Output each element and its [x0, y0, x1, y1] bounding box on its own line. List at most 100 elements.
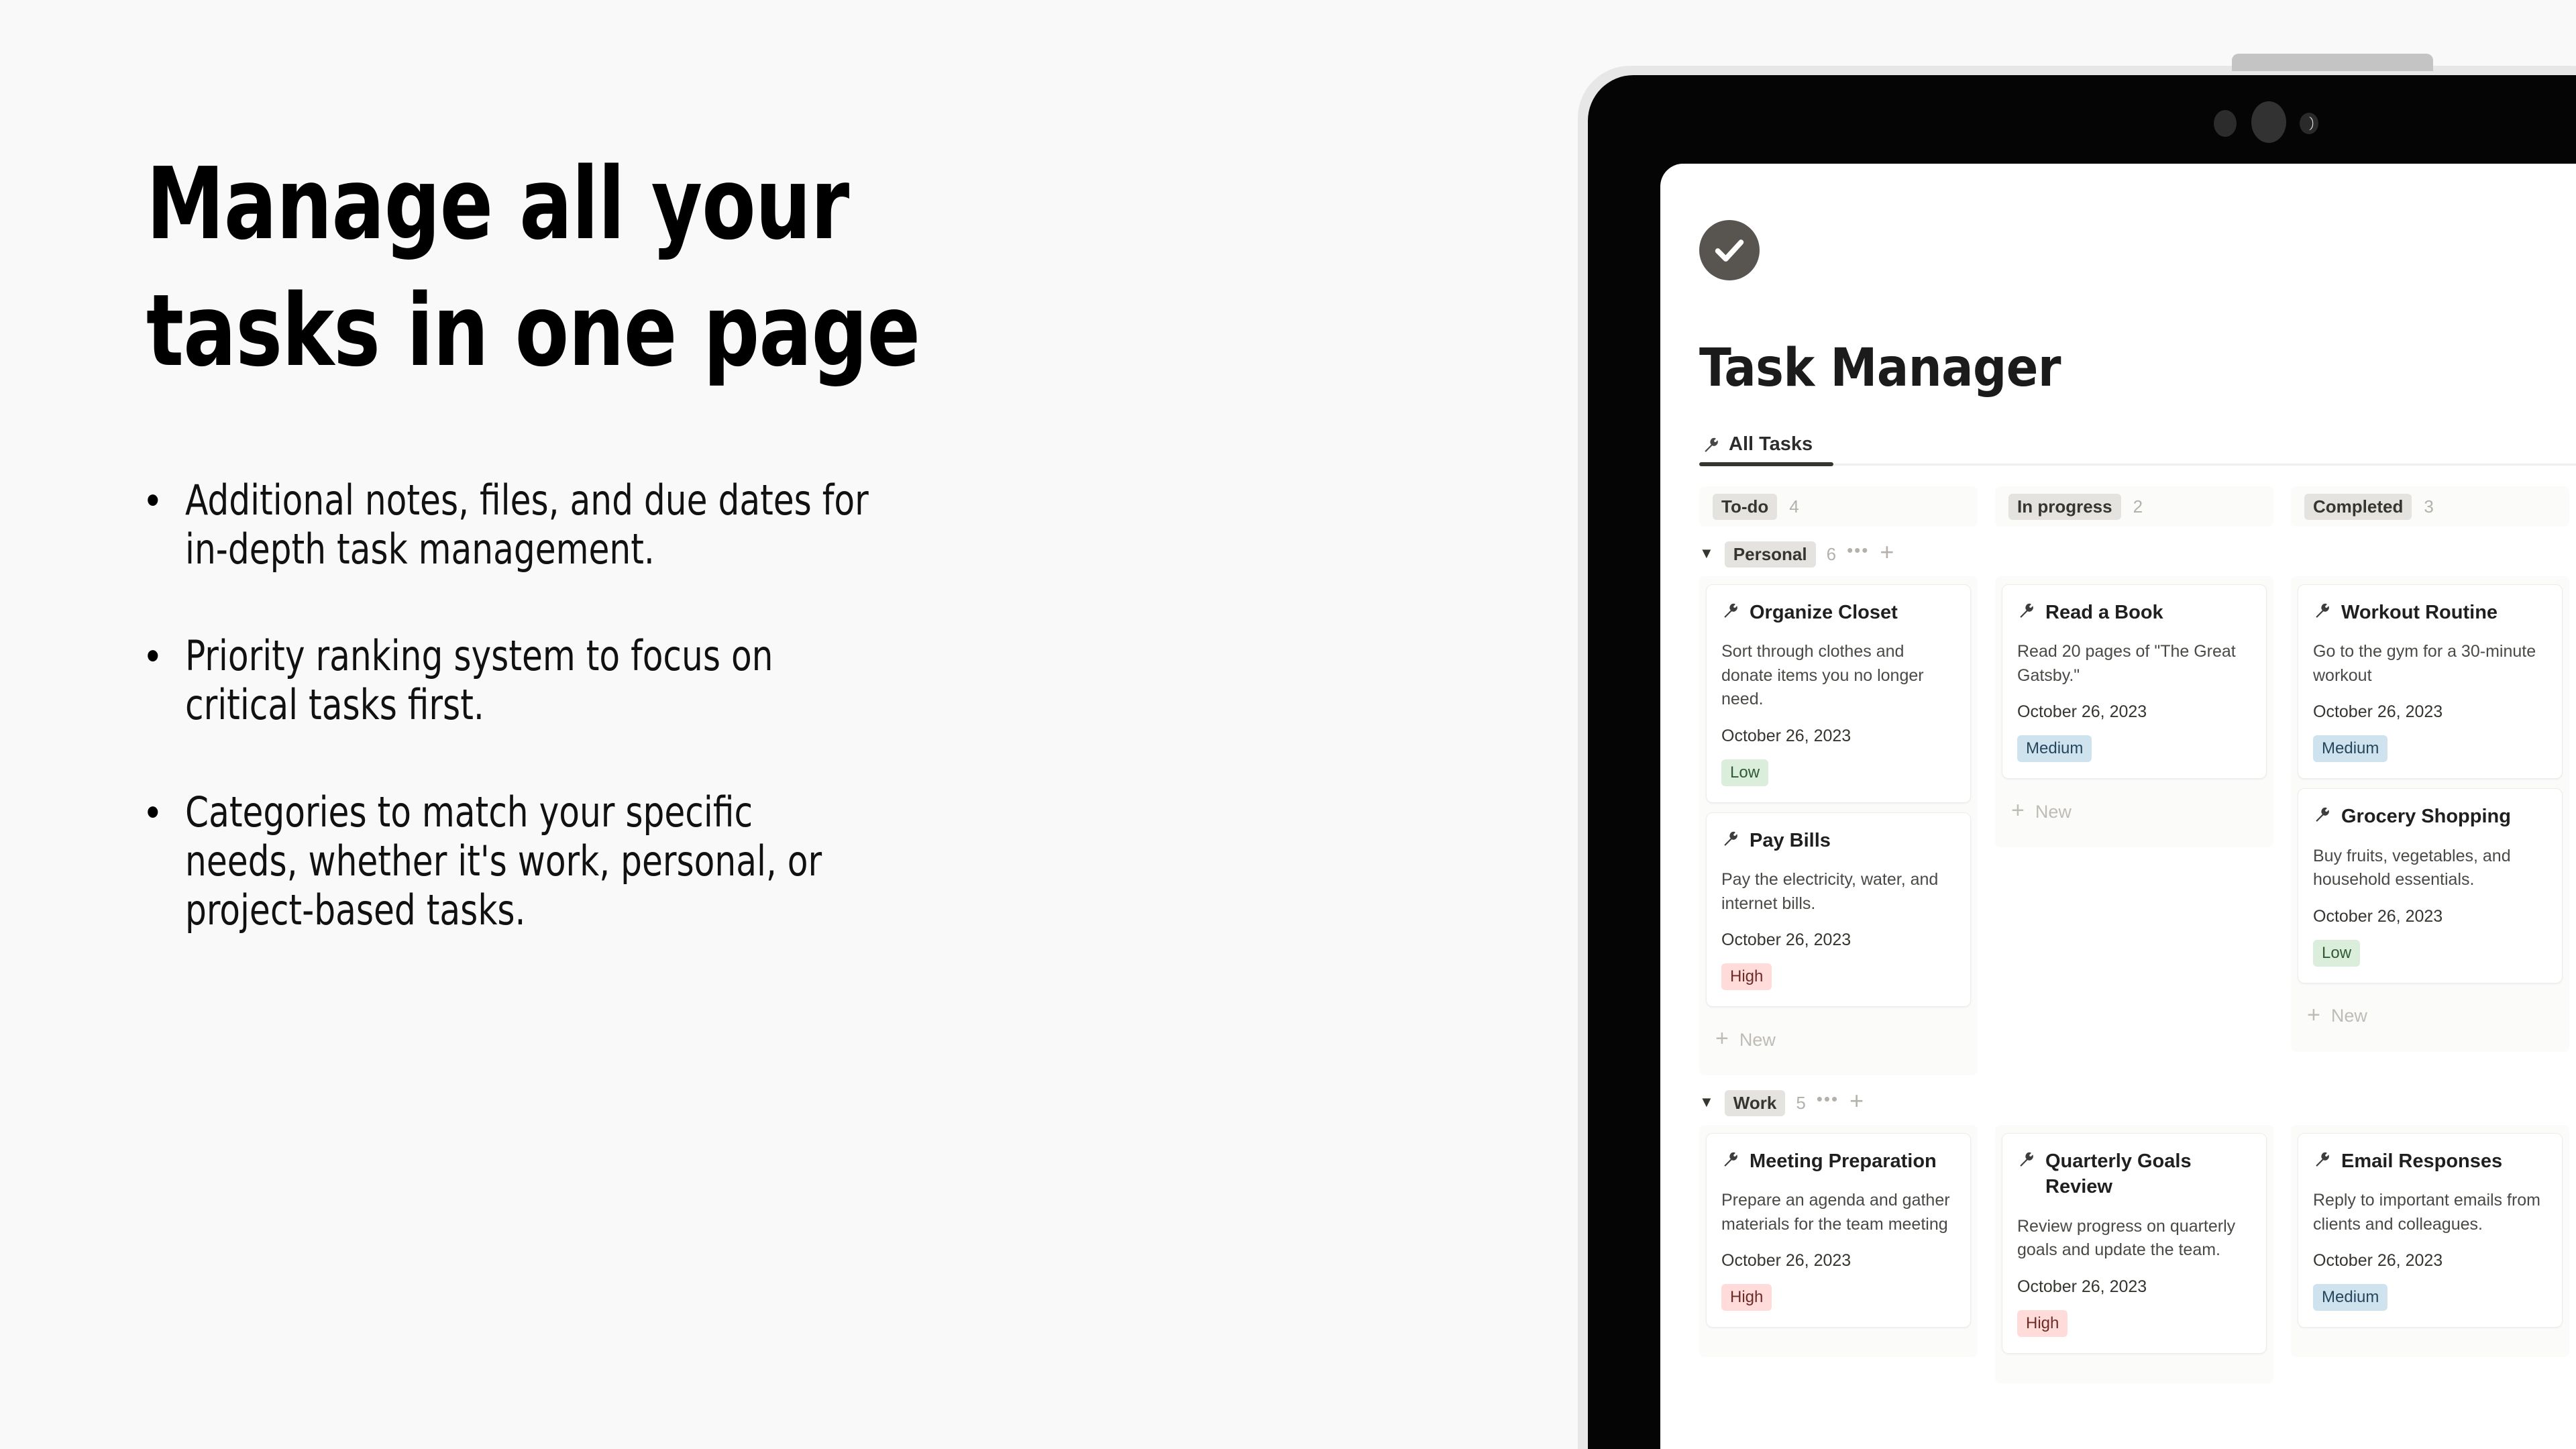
group-columns-row: Meeting Preparation Prepare an agenda an… [1699, 1125, 2576, 1383]
task-due-date: October 26, 2023 [2313, 702, 2443, 722]
status-count: 4 [1789, 496, 1799, 517]
board-column: Quarterly Goals Review Review progress o… [1995, 1125, 2273, 1383]
more-options-icon[interactable]: ••• [1817, 1090, 1839, 1108]
task-due-date: October 26, 2023 [1721, 726, 1851, 745]
task-card-title-row: Grocery Shopping [2313, 804, 2547, 829]
status-badge: Completed [2304, 493, 2412, 520]
wrench-icon [2313, 806, 2330, 823]
bullet-text: Additional notes, files, and due dates f… [185, 475, 869, 574]
add-item-icon[interactable]: + [1880, 540, 1894, 564]
group-count: 6 [1826, 543, 1837, 564]
task-description: Reply to important emails from clients a… [2313, 1191, 2541, 1234]
board-column-body: Organize Closet Sort through clothes and… [1699, 576, 1978, 1076]
group-columns-row: Organize Closet Sort through clothes and… [1699, 576, 2576, 1076]
group-header[interactable]: ▼ Personal 6 ••• + [1699, 527, 2576, 576]
bullet-icon: • [146, 476, 160, 523]
status-count: 2 [2133, 496, 2143, 517]
bullet-icon: • [146, 788, 160, 835]
board-column: Workout Routine Go to the gym for a 30-m… [2291, 576, 2569, 1052]
column-status-header[interactable]: Completed 3 [2291, 486, 2569, 527]
add-new-task-button[interactable]: + New [2298, 993, 2563, 1032]
plus-icon: + [2307, 1002, 2320, 1028]
bullet-icon: • [146, 633, 160, 680]
wrench-icon [1702, 436, 1719, 453]
task-description: Review progress on quarterly goals and u… [2017, 1216, 2236, 1260]
priority-badge: High [1721, 1284, 1772, 1311]
wrench-icon [2313, 602, 2330, 619]
add-new-task-button[interactable]: + New [1706, 1016, 1971, 1055]
task-card[interactable]: Workout Routine Go to the gym for a 30-m… [2298, 584, 2563, 780]
task-card[interactable]: Organize Closet Sort through clothes and… [1706, 584, 1971, 803]
column-status-header[interactable]: In progress 2 [1995, 486, 2273, 527]
task-due-date: October 26, 2023 [2017, 702, 2147, 722]
board-column: Email Responses Reply to important email… [2291, 1125, 2569, 1358]
task-card[interactable]: Quarterly Goals Review Review progress o… [2002, 1133, 2267, 1354]
board-groups: ▼ Personal 6 ••• + Organize Closet Sort … [1699, 527, 2576, 1383]
wrench-icon [2017, 602, 2035, 619]
board-column-body: Read a Book Read 20 pages of "The Great … [1995, 576, 2273, 848]
task-card-title-row: Organize Closet [1721, 600, 1955, 625]
task-description: Sort through clothes and donate items yo… [1721, 642, 1924, 709]
chevron-down-icon[interactable]: ▼ [1699, 546, 1714, 561]
add-new-task-label: New [1739, 1029, 1776, 1050]
task-title: Meeting Preparation [1750, 1150, 1937, 1173]
chevron-down-icon[interactable]: ▼ [1699, 1095, 1714, 1110]
task-card[interactable]: Grocery Shopping Buy fruits, vegetables,… [2298, 788, 2563, 983]
priority-badge: Low [1721, 759, 1769, 786]
task-title: Email Responses [2341, 1150, 2503, 1173]
tab-label: All Tasks [1729, 433, 1813, 455]
task-card-title-row: Email Responses [2313, 1148, 2547, 1174]
task-title: Quarterly Goals Review [2045, 1150, 2192, 1198]
add-new-task-button[interactable]: + New [2002, 788, 2267, 827]
marketing-panel: Manage all your tasks in one page • Addi… [0, 0, 1563, 1449]
task-card[interactable]: Email Responses Reply to important email… [2298, 1133, 2563, 1328]
add-item-icon[interactable]: + [1849, 1089, 1864, 1113]
bullet-text: Priority ranking system to focus on crit… [185, 631, 773, 730]
group-name-chip: Work [1724, 1089, 1786, 1116]
priority-badge: Medium [2313, 735, 2388, 763]
board-column-header: Completed 3 [2291, 486, 2569, 527]
column-header-row: To-do 4 In progress 2 Completed 3 [1699, 486, 2576, 527]
board-column-body: Email Responses Reply to important email… [2291, 1125, 2569, 1358]
laptop-screen: Task Manager All Tasks To-do 4 In progre… [1660, 164, 2576, 1449]
task-title: Grocery Shopping [2341, 806, 2511, 828]
task-manager-app: Task Manager All Tasks To-do 4 In progre… [1660, 220, 2576, 1449]
board-column: Organize Closet Sort through clothes and… [1699, 576, 1978, 1076]
task-description: Read 20 pages of "The Great Gatsby." [2017, 642, 2236, 685]
add-new-task-label: New [2330, 1006, 2367, 1026]
board-group: ▼ Work 5 ••• + Meeting Preparation Prepa… [1699, 1075, 2576, 1383]
task-description: Pay the electricity, water, and internet… [1721, 870, 1939, 913]
column-status-header[interactable]: To-do 4 [1699, 486, 1978, 527]
priority-badge: Medium [2313, 1284, 2388, 1311]
bullet-text: Categories to match your specific needs,… [185, 787, 822, 934]
wrench-icon [2017, 1150, 2035, 1168]
kanban-board: To-do 4 In progress 2 Completed 3 ▼ Pers… [1699, 486, 2576, 1383]
priority-badge: High [1721, 963, 1772, 991]
list-item: • Categories to match your specific need… [146, 788, 1327, 934]
task-card[interactable]: Meeting Preparation Prepare an agenda an… [1706, 1133, 1971, 1328]
plus-icon: + [2011, 798, 2025, 824]
task-due-date: October 26, 2023 [2313, 1251, 2443, 1271]
task-card-title-row: Workout Routine [2313, 600, 2547, 625]
board-group: ▼ Personal 6 ••• + Organize Closet Sort … [1699, 527, 2576, 1076]
task-card[interactable]: Read a Book Read 20 pages of "The Great … [2002, 584, 2267, 780]
task-card[interactable]: Pay Bills Pay the electricity, water, an… [1706, 812, 1971, 1008]
group-name-chip: Personal [1724, 541, 1816, 568]
list-item: • Additional notes, files, and due dates… [146, 476, 1327, 574]
wrench-icon [1721, 1150, 1739, 1168]
task-due-date: October 26, 2023 [1721, 1251, 1851, 1271]
wrench-icon [1721, 602, 1739, 619]
more-options-icon[interactable]: ••• [1847, 541, 1869, 559]
plus-icon: + [1715, 1026, 1729, 1052]
status-badge: To-do [1713, 493, 1778, 520]
task-title: Organize Closet [1750, 602, 1898, 623]
group-header[interactable]: ▼ Work 5 ••• + [1699, 1075, 2576, 1125]
tab-all-tasks[interactable]: All Tasks [1699, 433, 1825, 466]
board-column-header: To-do 4 [1699, 486, 1978, 527]
priority-badge: Low [2313, 939, 2361, 967]
wrench-icon [2313, 1150, 2330, 1168]
status-badge: In progress [2008, 493, 2121, 520]
task-title: Pay Bills [1750, 829, 1831, 851]
task-description: Go to the gym for a 30-minute workout [2313, 642, 2536, 685]
task-card-title-row: Quarterly Goals Review [2017, 1148, 2251, 1200]
